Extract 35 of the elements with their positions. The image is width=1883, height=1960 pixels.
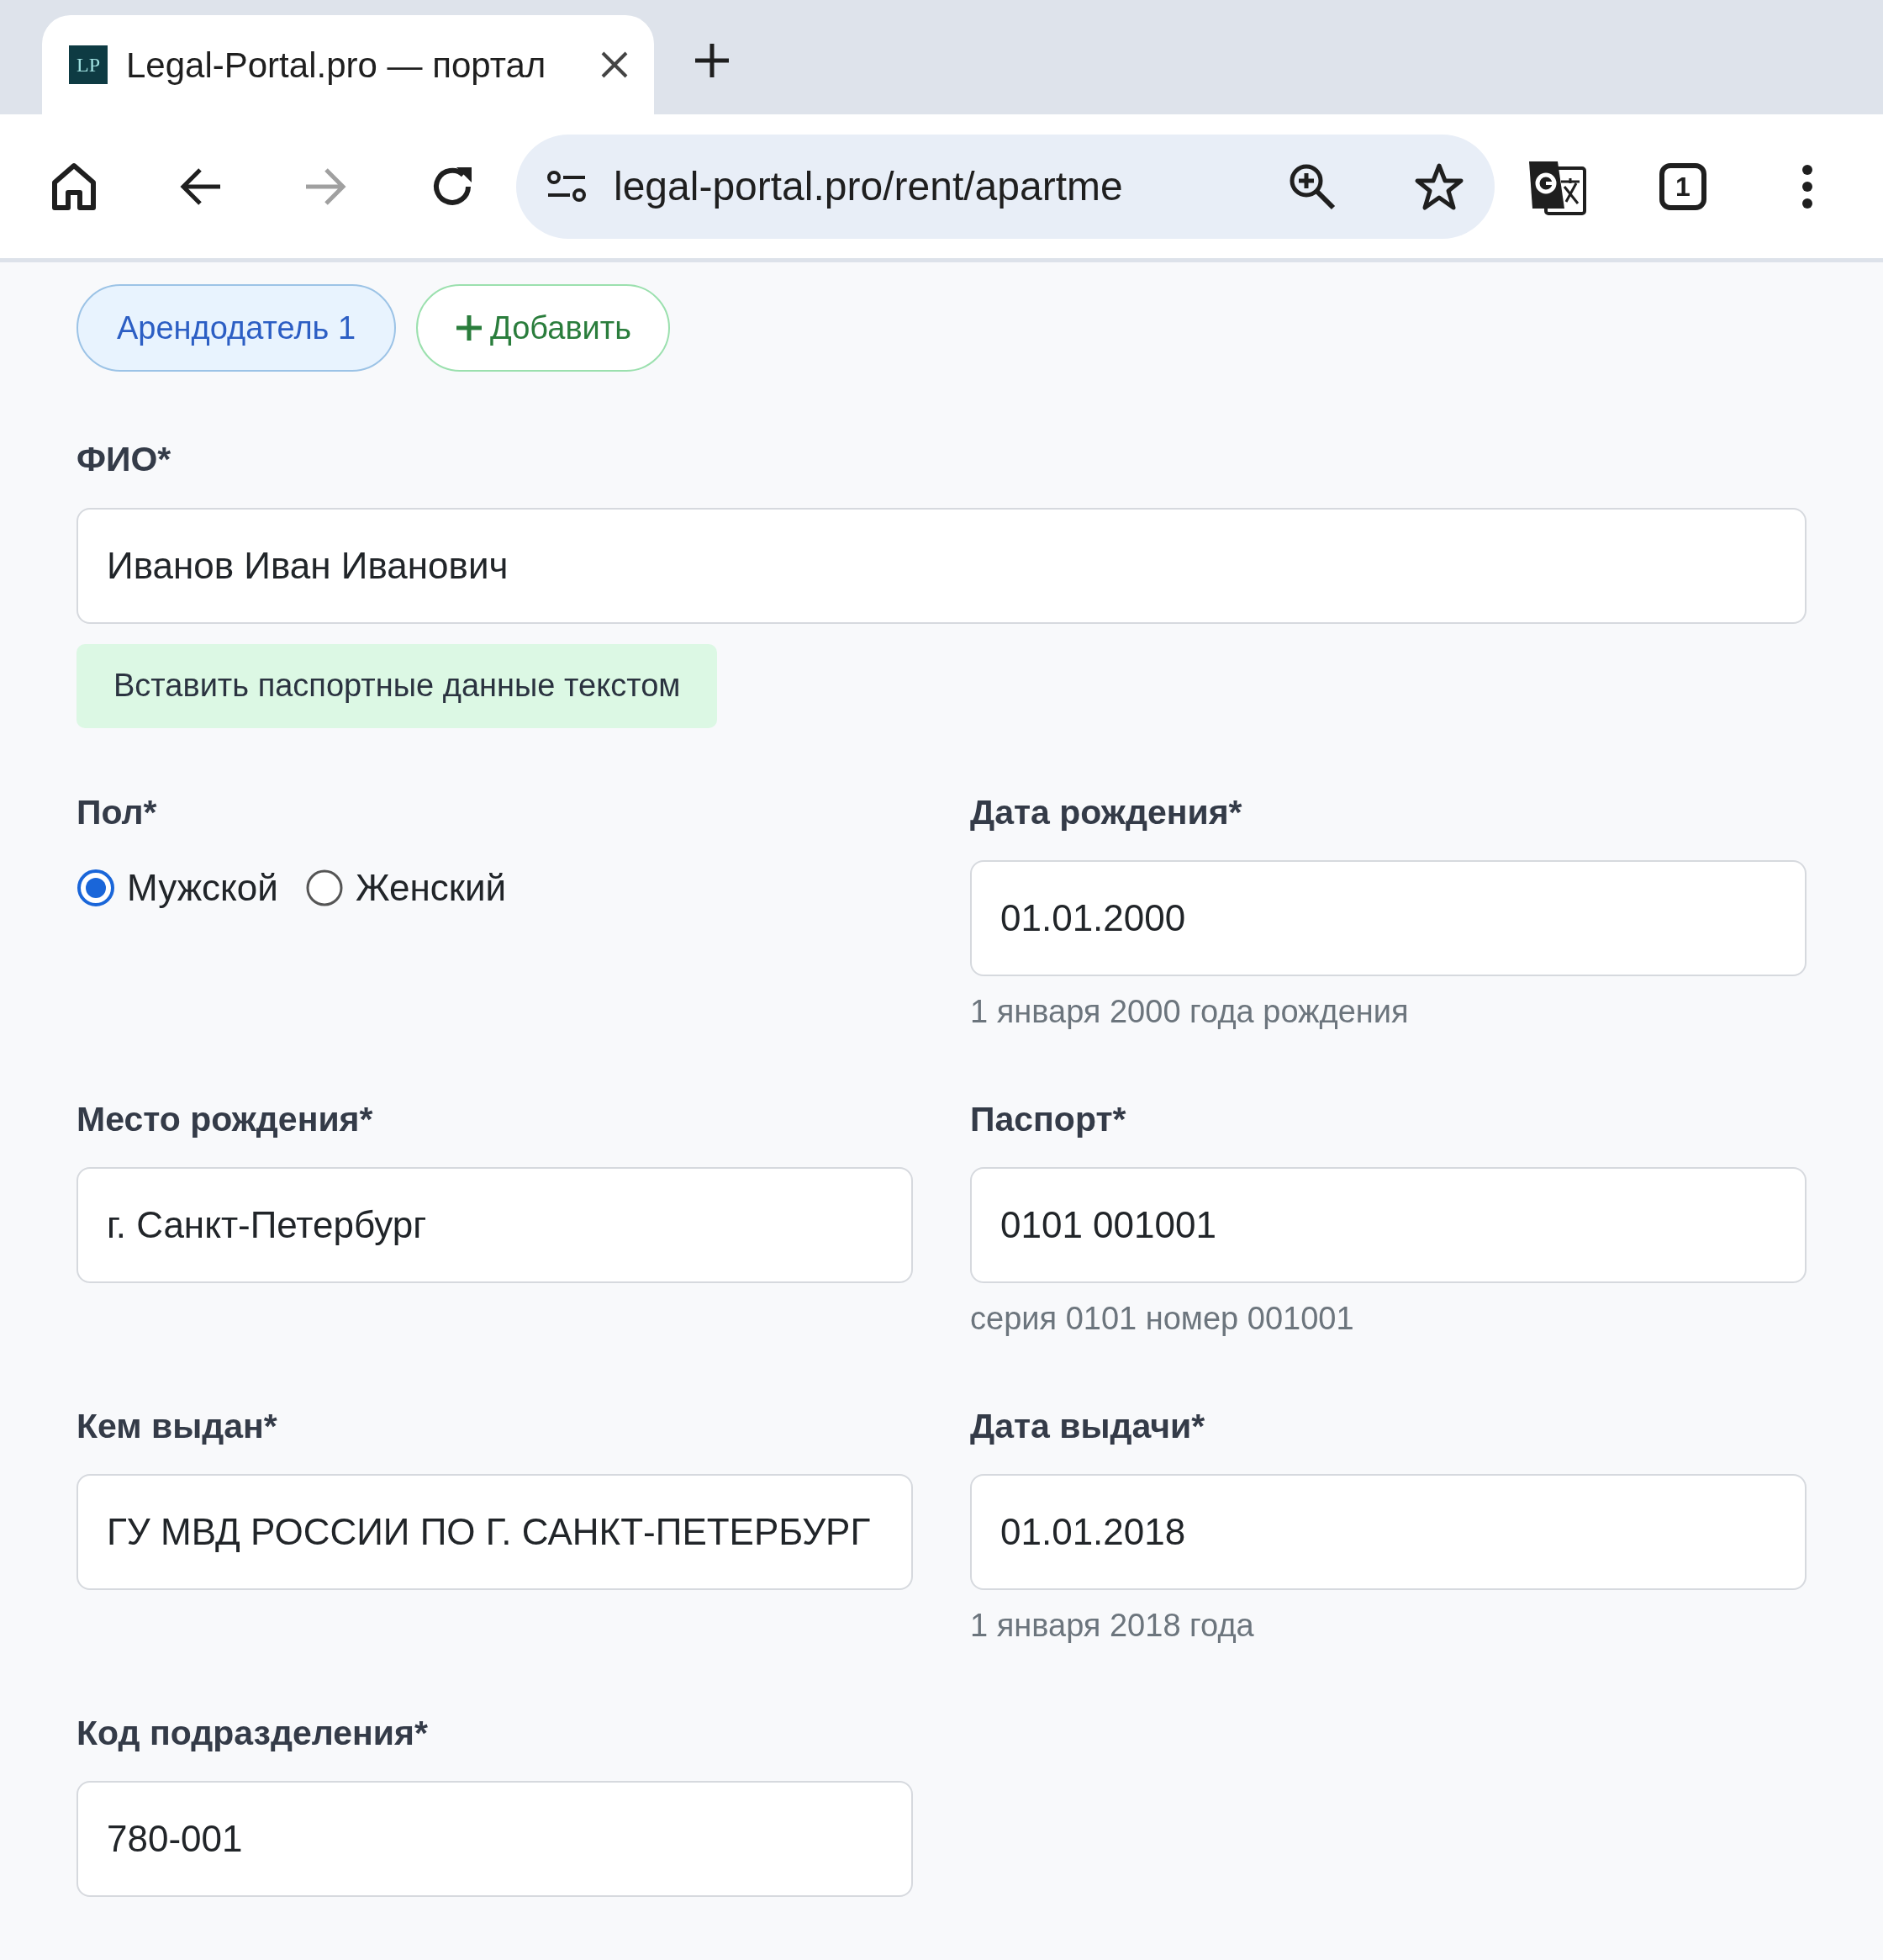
text-field[interactable]: 01.01.2000 (970, 860, 1807, 976)
field-label: Код подразделения* (76, 1712, 429, 1754)
radio-selected-icon[interactable] (76, 869, 115, 907)
field-label: Кем выдан* (76, 1405, 278, 1447)
site-logo: LP (69, 45, 108, 84)
field-label: Место рождения* (76, 1098, 374, 1140)
field-label: Паспорт* (970, 1098, 1127, 1140)
field-label: Дата рождения* (970, 791, 1243, 833)
new-tab-icon[interactable] (694, 42, 731, 79)
radio-option[interactable]: Мужской (76, 860, 278, 916)
text-field[interactable]: Иванов Иван Иванович (76, 507, 1807, 624)
close-icon[interactable] (600, 50, 629, 79)
address-bar[interactable]: legal-portal.pro/rent/apartme (516, 134, 1495, 239)
field-hint: серия 0101 номер 001001 (970, 1300, 1355, 1338)
tab-title: Legal-Portal.pro — портал (126, 44, 547, 87)
paste-passport-button[interactable]: Вставить паспортные данные текстом (76, 643, 718, 728)
field-hint: 1 января 2000 года рождения (970, 993, 1410, 1031)
add-landlord-button[interactable]: Добавить (416, 284, 670, 372)
radio-option[interactable]: Женский (304, 860, 507, 916)
url-text: legal-portal.pro/rent/apartme (614, 162, 1124, 210)
text-field[interactable]: г. Санкт-Петербург (76, 1167, 913, 1283)
landlord-tab[interactable]: Арендодатель 1 (76, 284, 397, 372)
field-label: ФИО* (76, 439, 172, 480)
field-hint: 1 января 2018 года (970, 1607, 1255, 1645)
text-field[interactable]: 780-001 (76, 1781, 913, 1897)
plus-icon (455, 314, 484, 342)
field-label: Дата выдачи* (970, 1405, 1206, 1447)
field-label: Пол* (76, 791, 158, 833)
star-icon[interactable] (1414, 161, 1464, 211)
text-field[interactable]: 0101 001001 (970, 1167, 1807, 1283)
radio-empty-icon[interactable] (304, 869, 344, 907)
site-settings-icon[interactable] (546, 169, 587, 203)
text-field[interactable]: ГУ МВД РОССИИ ПО Г. САНКТ-ПЕТЕРБУРГ (76, 1474, 913, 1590)
text-field[interactable]: 01.01.2018 (970, 1474, 1807, 1590)
browser-tab[interactable]: LP Legal-Portal.pro — портал (42, 15, 654, 114)
